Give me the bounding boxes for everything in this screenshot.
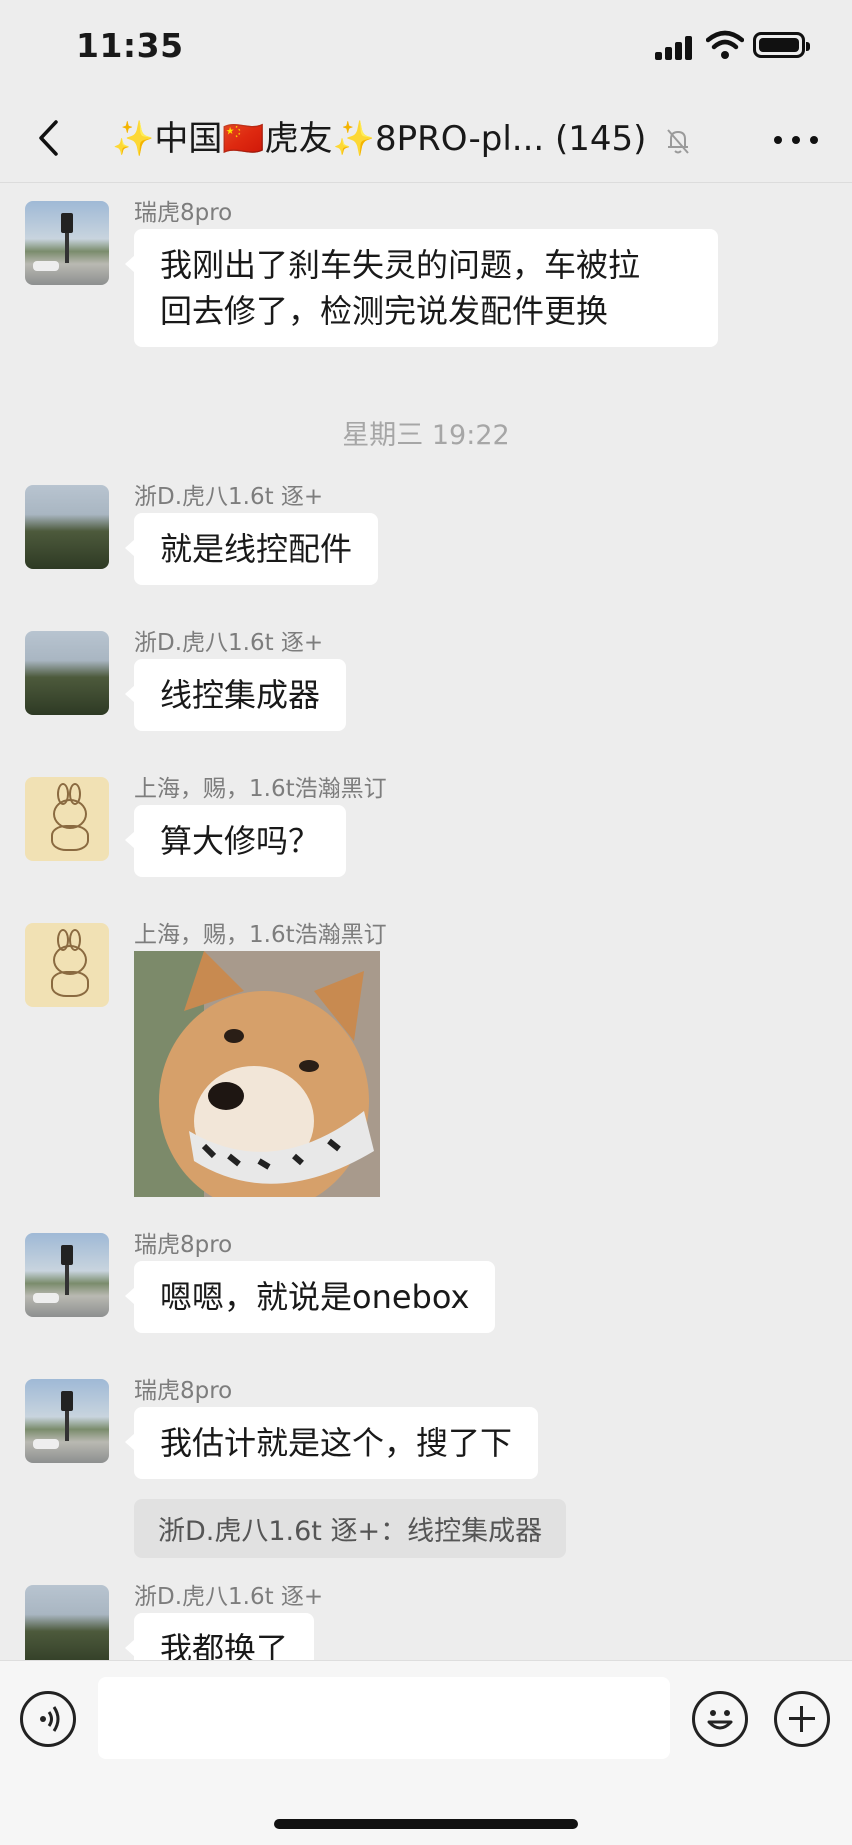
sender-name: 浙D.虎八1.6t 逐+ xyxy=(134,630,324,656)
message-input[interactable] xyxy=(98,1677,670,1759)
sender-name: 瑞虎8pro xyxy=(134,200,233,226)
message-bubble[interactable]: 算大修吗？ xyxy=(124,805,347,877)
avatar[interactable] xyxy=(25,485,109,569)
battery-icon xyxy=(753,32,810,58)
message-bubble[interactable]: 我刚出了刹车失灵的问题，车被拉 回去修了，检测完说发配件更换 xyxy=(125,229,718,347)
status-time: 11:35 xyxy=(76,26,184,65)
message-bubble[interactable]: 就是线控配件 xyxy=(124,513,379,585)
group-name: ✨中国🇨🇳虎友✨8PRO-pl... xyxy=(112,119,545,159)
wifi-icon xyxy=(706,30,744,59)
voice-icon[interactable] xyxy=(20,1691,76,1747)
status-bar: 11:35 xyxy=(0,0,852,96)
input-bar xyxy=(0,1660,852,1845)
member-count: (145) xyxy=(555,119,647,159)
cellular-signal-icon xyxy=(655,36,695,60)
avatar[interactable] xyxy=(25,631,109,715)
message-bubble[interactable]: 我都换了 xyxy=(124,1613,315,1660)
emoji-icon[interactable] xyxy=(692,1691,748,1747)
more-dots-icon[interactable] xyxy=(770,120,822,160)
message-bubble[interactable]: 线控集成器 xyxy=(124,659,347,731)
chat-title: ✨中国🇨🇳虎友✨8PRO-pl... (145) xyxy=(112,114,732,164)
home-indicator[interactable] xyxy=(274,1819,578,1829)
sender-name: 上海，赐，1.6t浩瀚黑订 xyxy=(134,776,387,802)
chat-header: ✨中国🇨🇳虎友✨8PRO-pl... (145) xyxy=(0,96,852,183)
plus-icon[interactable] xyxy=(774,1691,830,1747)
message-bubble[interactable]: 我估计就是这个，搜了下 xyxy=(124,1407,539,1479)
sender-name: 浙D.虎八1.6t 逐+ xyxy=(134,484,324,510)
timestamp-divider: 星期三 19:22 xyxy=(342,420,510,451)
sender-name: 浙D.虎八1.6t 逐+ xyxy=(134,1584,324,1610)
shiba-dog-icon xyxy=(134,951,380,1197)
shiba-dog-sticker[interactable] xyxy=(134,951,380,1197)
chevron-left-icon[interactable] xyxy=(28,114,76,162)
avatar[interactable] xyxy=(25,923,109,1007)
avatar[interactable] xyxy=(25,777,109,861)
bell-muted-icon xyxy=(667,128,690,154)
message-list[interactable]: 瑞虎8pro 我刚出了刹车失灵的问题，车被拉 回去修了，检测完说发配件更换 星期… xyxy=(0,183,852,1660)
avatar[interactable] xyxy=(25,1585,109,1660)
avatar[interactable] xyxy=(25,1233,109,1317)
sender-name: 上海，赐，1.6t浩瀚黑订 xyxy=(134,922,387,948)
sender-name: 瑞虎8pro xyxy=(134,1232,233,1258)
sender-name: 瑞虎8pro xyxy=(134,1378,233,1404)
message-bubble[interactable]: 嗯嗯，就说是onebox xyxy=(124,1261,496,1333)
avatar[interactable] xyxy=(25,1379,109,1463)
quoted-reply[interactable]: 浙D.虎八1.6t 逐+：线控集成器 xyxy=(134,1499,567,1558)
avatar[interactable] xyxy=(25,201,109,285)
